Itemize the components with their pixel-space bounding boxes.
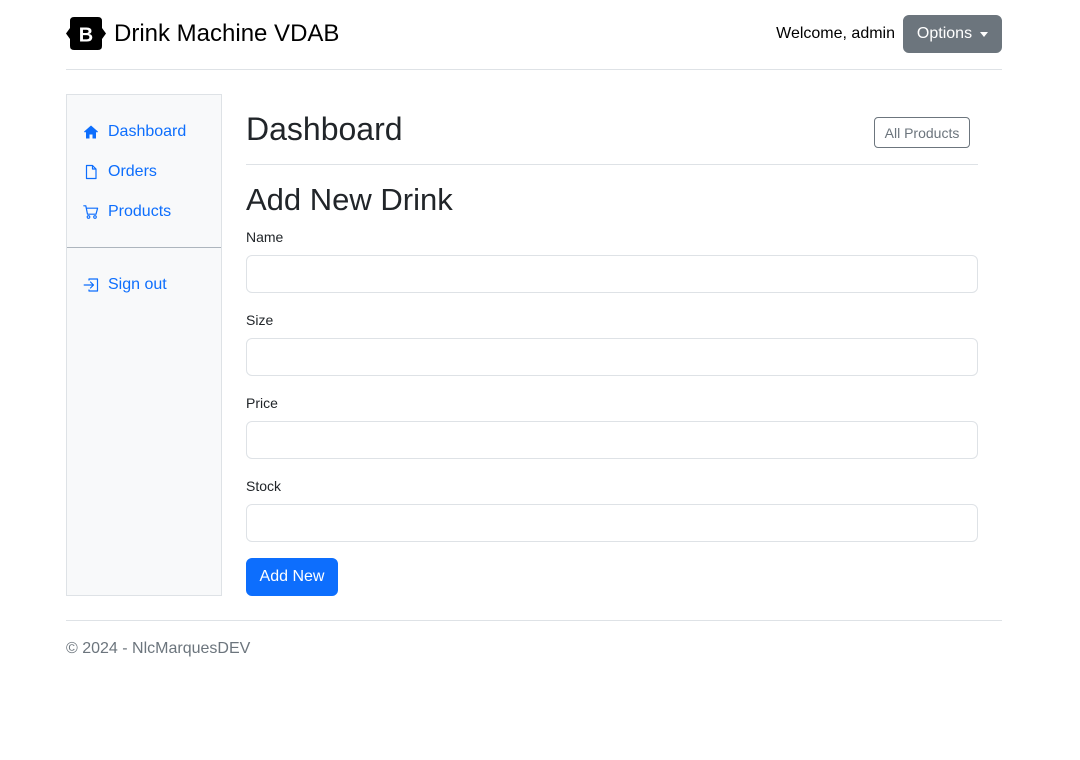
name-label: Name — [246, 229, 284, 245]
sidebar-item-products[interactable]: Products — [83, 200, 171, 224]
name-input[interactable] — [246, 255, 978, 293]
house-icon — [83, 124, 108, 140]
sidebar-item-label: Orders — [108, 163, 157, 180]
welcome-text: Welcome, admin — [776, 25, 895, 42]
stock-label: Stock — [246, 478, 282, 494]
options-label: Options — [916, 25, 973, 42]
brand-title: Drink Machine VDAB — [114, 19, 340, 47]
sidebar-item-label: Products — [108, 203, 172, 220]
sidebar-item-label: Sign out — [108, 276, 167, 293]
title-divider — [246, 164, 978, 165]
page: B Drink Machine VDAB Welcome, admin Opti… — [0, 0, 1080, 760]
sidebar-item-dashboard[interactable]: Dashboard — [83, 120, 186, 144]
bootstrap-logo-icon: B — [66, 17, 106, 50]
footer-divider — [66, 620, 1002, 621]
caret-down-icon — [980, 31, 989, 37]
sidebar-item-orders[interactable]: Orders — [83, 160, 157, 184]
top-header: B Drink Machine VDAB Welcome, admin Opti… — [66, 0, 1002, 70]
section-title: Add New Drink — [246, 182, 453, 217]
file-icon — [83, 164, 108, 180]
sidebar-item-label: Dashboard — [108, 123, 187, 140]
stock-input[interactable] — [246, 504, 978, 542]
svg-text:B: B — [79, 25, 93, 47]
price-input[interactable] — [246, 421, 978, 459]
box-arrow-in-icon — [83, 277, 108, 293]
sidebar-item-sign-out[interactable]: Sign out — [83, 273, 167, 297]
size-input[interactable] — [246, 338, 978, 376]
all-products-button[interactable]: All Products — [874, 117, 970, 148]
size-label: Size — [246, 312, 274, 328]
options-dropdown-button[interactable]: Options — [903, 15, 1002, 53]
add-new-button[interactable]: Add New — [246, 558, 338, 596]
brand[interactable]: B Drink Machine VDAB — [66, 17, 339, 50]
footer-copyright: © 2024 - NlcMarquesDEV — [66, 640, 251, 657]
page-title: Dashboard — [246, 111, 403, 147]
cart-icon — [83, 204, 108, 220]
sidebar-divider — [67, 247, 221, 248]
sidebar: Dashboard Orders Products Sign out — [66, 94, 222, 596]
price-label: Price — [246, 395, 278, 411]
